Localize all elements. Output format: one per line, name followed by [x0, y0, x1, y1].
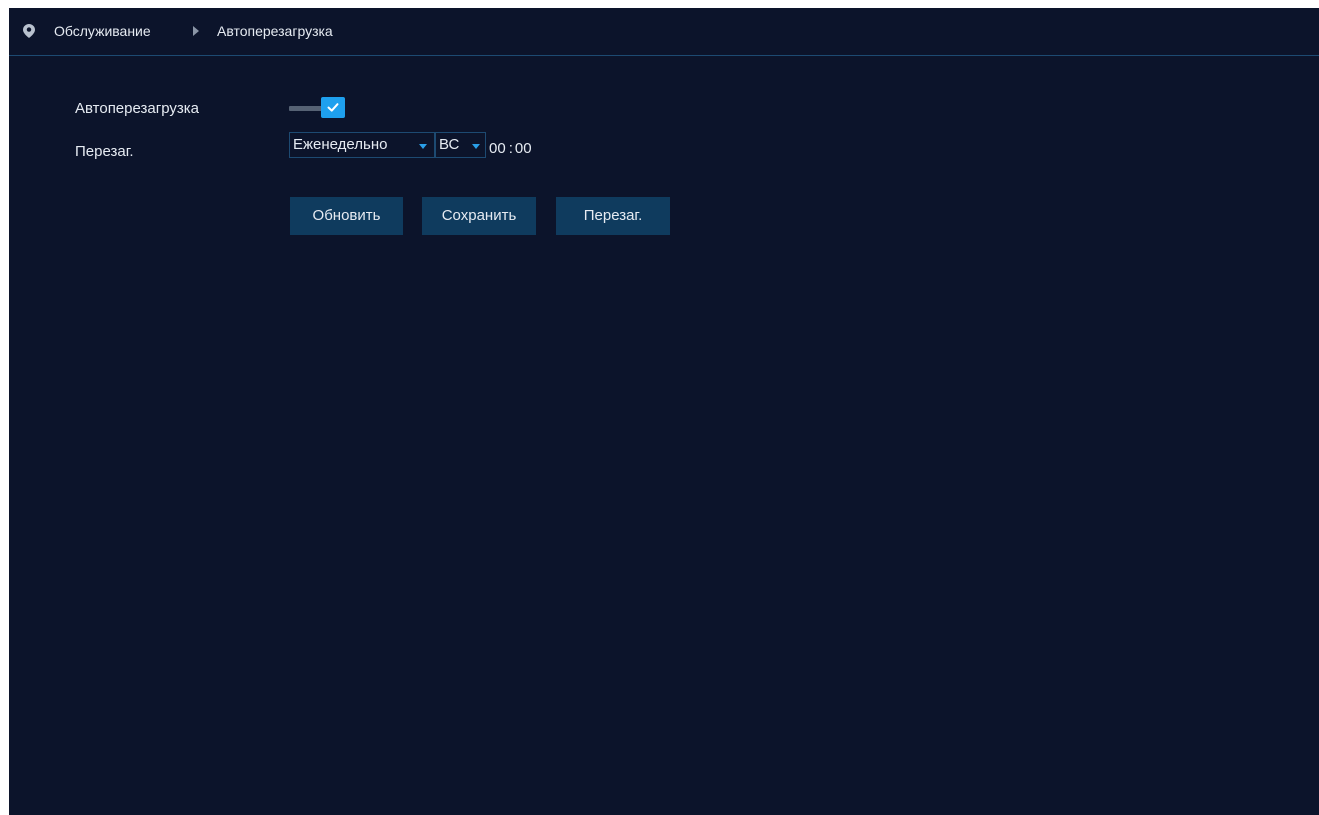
breadcrumb-item-auto-reboot: Автоперезагрузка — [217, 23, 333, 39]
auto-reboot-toggle[interactable] — [289, 97, 357, 119]
reboot-button[interactable]: Перезаг. — [556, 197, 670, 235]
toggle-knob — [321, 97, 345, 118]
main-panel: Обслуживание Автоперезагрузка Автопереза… — [9, 8, 1319, 815]
auto-reboot-label: Автоперезагрузка — [75, 100, 199, 117]
save-button[interactable]: Сохранить — [422, 197, 536, 235]
reboot-minute-field[interactable]: 00 — [515, 140, 532, 158]
caret-down-icon — [419, 144, 427, 149]
location-pin-icon — [23, 24, 35, 38]
reboot-hour-field[interactable]: 00 — [489, 140, 506, 158]
toggle-track — [289, 106, 325, 111]
page-frame: Обслуживание Автоперезагрузка Автопереза… — [0, 0, 1319, 815]
time-separator: : — [508, 140, 513, 157]
reboot-day-value: ВС — [439, 136, 460, 153]
reboot-schedule-label: Перезаг. — [75, 143, 134, 160]
checkmark-icon — [327, 103, 339, 112]
breadcrumb-separator-icon — [193, 26, 199, 36]
reboot-period-value: Еженедельно — [293, 136, 388, 153]
breadcrumb-item-maintenance[interactable]: Обслуживание — [54, 22, 151, 40]
reboot-period-select[interactable]: Еженедельно — [289, 132, 435, 158]
refresh-button[interactable]: Обновить — [290, 197, 403, 235]
breadcrumb: Обслуживание Автоперезагрузка — [9, 8, 1319, 56]
reboot-time: 00:00 — [489, 140, 532, 158]
caret-down-icon — [472, 144, 480, 149]
reboot-day-select[interactable]: ВС — [435, 132, 486, 158]
